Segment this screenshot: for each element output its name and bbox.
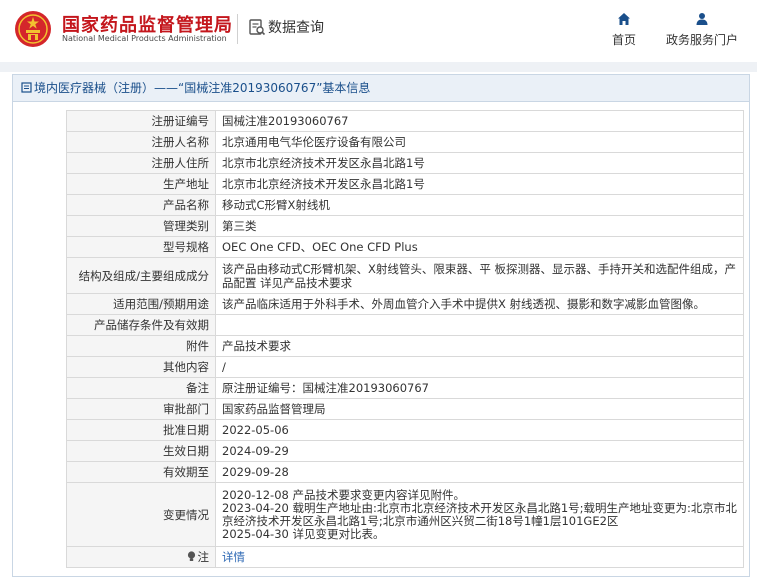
field-label: 备注 [66,377,216,399]
field-value: 移动式C形臂X射线机 [215,194,744,216]
field-value: 该产品临床适用于外科手术、外周血管介入手术中提供X 射线透视、摄影和数字减影血管… [215,293,744,315]
table-row: 产品储存条件及有效期 [66,314,744,336]
table-row: 结构及组成/主要组成成分 该产品由移动式C形臂机架、X射线管头、限束器、平 板探测… [66,257,744,294]
table-row: 其他内容 / [66,356,744,378]
field-label: 生产地址 [66,173,216,195]
field-value: 2029-09-28 [215,461,744,483]
field-label: 注册人住所 [66,152,216,174]
field-label: 注册证编号 [66,110,216,132]
field-value: 北京市北京经济技术开发区永昌北路1号 [215,173,744,195]
field-value: 国械注准20193060767 [215,110,744,132]
table-row: 变更情况 2020-12-08 产品技术要求变更内容详见附件。 2023-04-… [66,482,744,547]
field-label: 产品名称 [66,194,216,216]
field-value: 产品技术要求 [215,335,744,357]
panel-title: 境内医疗器械（注册）——“国械注准20193060767”基本信息 [13,75,749,102]
national-emblem-icon [15,11,51,47]
brand-name-en: National Medical Products Administration [62,34,227,43]
details-link[interactable]: 详情 [222,550,245,564]
change-entry: 2023-04-20 载明生产地址由:北京市北京经济技术开发区永昌北路1号;载明… [222,500,737,528]
detail-panel: 境内医疗器械（注册）——“国械注准20193060767”基本信息 注册证编号国… [12,74,750,577]
field-label: 结构及组成/主要组成成分 [66,257,216,294]
field-label: 有效期至 [66,461,216,483]
field-value: OEC One CFD、OEC One CFD Plus [215,236,744,258]
field-label: 批准日期 [66,419,216,441]
header-divider [237,14,238,44]
field-label: 变更情况 [66,482,216,547]
table-row: 生效日期 2024-09-29 [66,440,744,462]
data-query-icon [249,19,266,36]
field-label: 其他内容 [66,356,216,378]
section-title: 数据查询 [268,20,324,36]
field-value [215,314,744,336]
field-label: 附件 [66,335,216,357]
change-entry: 2020-12-08 产品技术要求变更内容详见附件。 [222,487,465,502]
table-row: 生产地址 北京市北京经济技术开发区永昌北路1号 [66,173,744,195]
table-row: 注册证编号 国械注准20193060767 [66,110,744,132]
table-row: 型号规格 OEC One CFD、OEC One CFD Plus [66,236,744,258]
user-icon [696,13,708,25]
lightbulb-icon [187,551,195,561]
field-label: 产品储存条件及有效期 [66,314,216,336]
table-row: 有效期至 2029-09-28 [66,461,744,483]
field-label: 生效日期 [66,440,216,462]
field-value: 原注册证编号：国械注准20193060767 [215,377,744,399]
home-icon [618,13,630,25]
nav-gov-label: 政务服务门户 [665,33,738,47]
detail-table: 注册证编号 国械注准20193060767 注册人名称 北京通用电气华伦医疗设备有限… [66,110,744,568]
table-row: 注册人名称 北京通用电气华伦医疗设备有限公司 [66,131,744,153]
nav-gov-service[interactable]: 政务服务门户 [660,12,744,48]
change-entry: 2025-04-30 详见变更对比表。 [222,526,385,541]
table-row: 备注 原注册证编号：国械注准20193060767 [66,377,744,399]
field-label: 管理类别 [66,215,216,237]
field-value: 详情 [215,546,744,568]
panel-title-text: 境内医疗器械（注册）——“国械注准20193060767”基本信息 [34,81,371,95]
field-label: 审批部门 [66,398,216,420]
table-row: 批准日期 2022-05-06 [66,419,744,441]
field-label: 注册人名称 [66,131,216,153]
note-label: 注 [197,550,210,564]
field-value: 北京市北京经济技术开发区永昌北路1号 [215,152,744,174]
site-header: 国家药品监督管理局 National Medical Products Admi… [0,0,757,62]
field-value: 2022-05-06 [215,419,744,441]
field-value: 2024-09-29 [215,440,744,462]
field-value: / [215,356,744,378]
table-row: 审批部门 国家药品监督管理局 [66,398,744,420]
table-row: 管理类别 第三类 [66,215,744,237]
field-value: 第三类 [215,215,744,237]
field-label: 适用范围/预期用途 [66,293,216,315]
field-value: 国家药品监督管理局 [215,398,744,420]
table-row: 附件 产品技术要求 [66,335,744,357]
document-icon [21,82,32,93]
field-label: 型号规格 [66,236,216,258]
nav-home-label: 首页 [611,33,636,47]
field-value: 北京通用电气华伦医疗设备有限公司 [215,131,744,153]
header-gap [0,62,757,72]
table-row: 产品名称 移动式C形臂X射线机 [66,194,744,216]
change-history: 2020-12-08 产品技术要求变更内容详见附件。 2023-04-20 载明… [215,482,744,547]
nav-home[interactable]: 首页 [604,12,644,48]
field-label: 注 [66,546,216,568]
table-row: 适用范围/预期用途 该产品临床适用于外科手术、外周血管介入手术中提供X 射线透视、… [66,293,744,315]
field-value: 该产品由移动式C形臂机架、X射线管头、限束器、平 板探测器、显示器、手持开关和选… [215,257,744,294]
table-row: 注 详情 [66,546,744,568]
table-row: 注册人住所 北京市北京经济技术开发区永昌北路1号 [66,152,744,174]
